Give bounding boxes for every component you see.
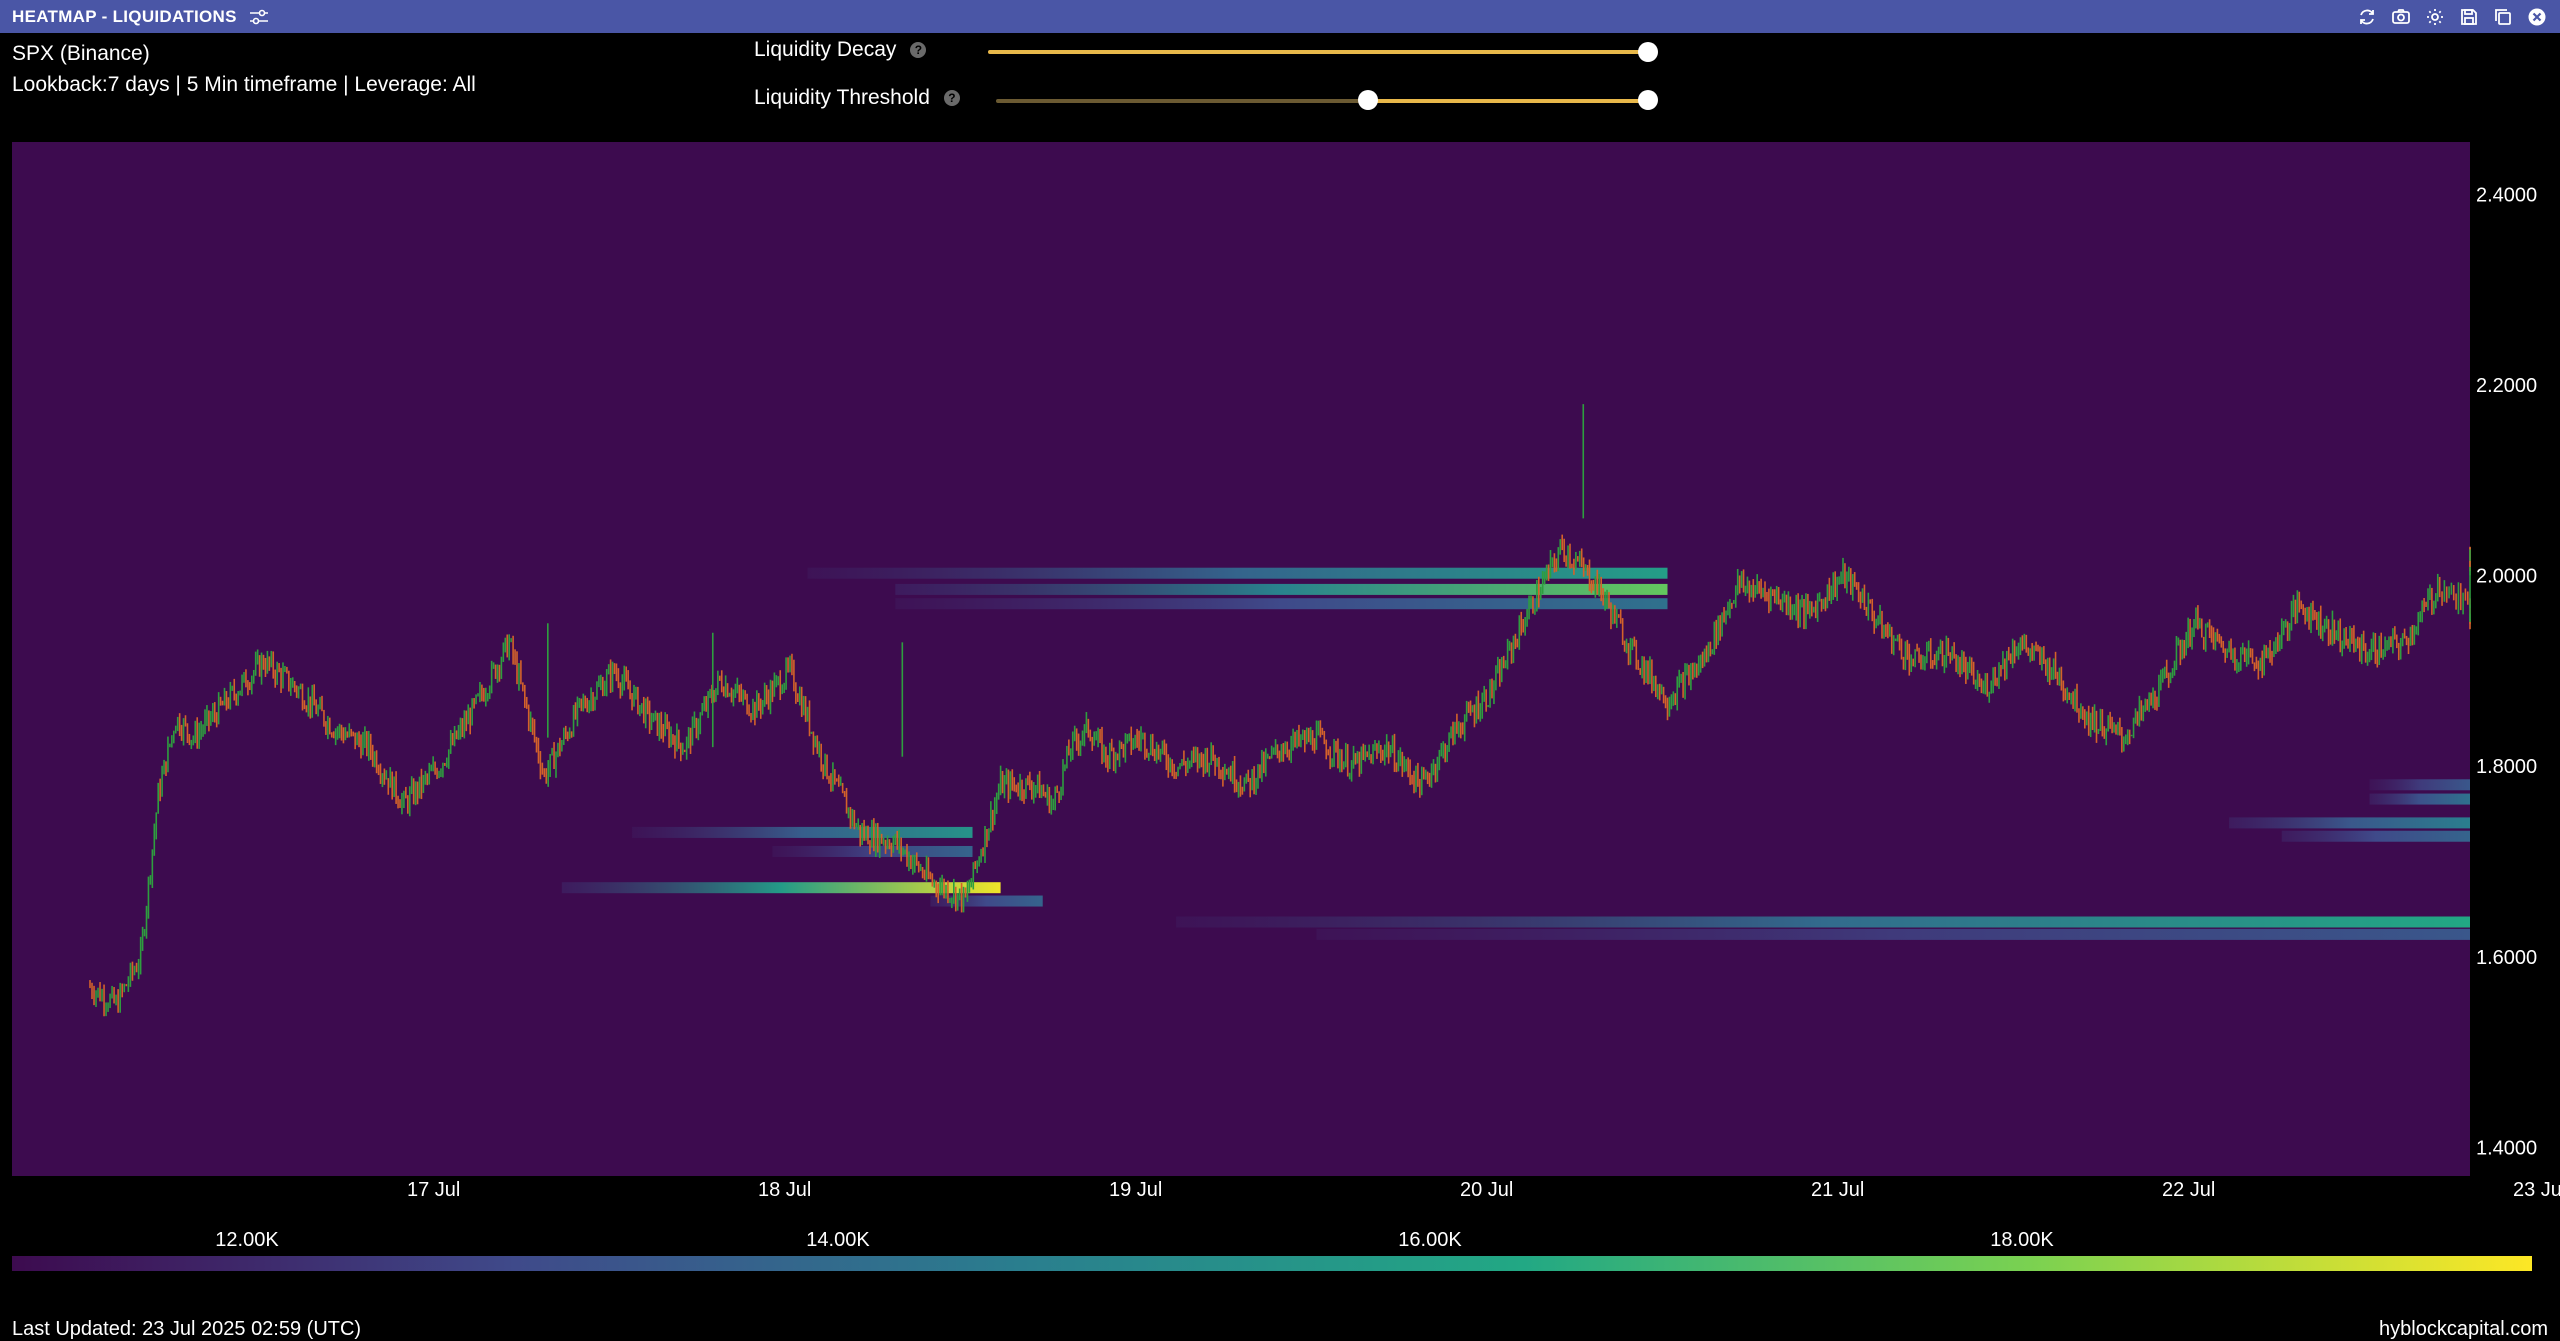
liquidity-band bbox=[2229, 817, 2470, 829]
x-tick-label: 21 Jul bbox=[1811, 1179, 1864, 1201]
liquidity-band bbox=[2369, 793, 2470, 805]
heatmap-plot-area[interactable] bbox=[12, 142, 2470, 1176]
liquidity-band bbox=[1316, 928, 2470, 940]
colorbar-label: 18.00K bbox=[1990, 1229, 2054, 1251]
liquidity-band bbox=[632, 826, 973, 838]
last-updated-text: Last Updated: 23 Jul 2025 02:59 (UTC) bbox=[12, 1318, 362, 1340]
brand-link[interactable]: hyblockcapital.com bbox=[2379, 1318, 2548, 1341]
colorbar-label: 16.00K bbox=[1398, 1229, 1462, 1251]
y-tick-label: 1.8000 bbox=[2476, 756, 2537, 778]
y-tick-label: 1.6000 bbox=[2476, 947, 2537, 969]
x-tick-label: 20 Jul bbox=[1460, 1179, 1513, 1201]
liquidity-band bbox=[895, 598, 1668, 610]
liquidity-band bbox=[772, 845, 973, 857]
colorbar-label: 14.00K bbox=[806, 1229, 870, 1251]
colorbar-label: 12.00K bbox=[215, 1229, 279, 1251]
colorbar bbox=[12, 1256, 2532, 1271]
liquidity-band bbox=[2369, 779, 2470, 791]
liquidity-band bbox=[895, 583, 1668, 595]
liquidation-heatmap-chart[interactable]: 2.4000 2.2000 2.0000 1.8000 1.6000 1.4000 17 … bbox=[0, 0, 2560, 1341]
y-tick-label: 1.4000 bbox=[2476, 1137, 2537, 1159]
y-tick-label: 2.4000 bbox=[2476, 184, 2537, 206]
x-tick-label: 18 Jul bbox=[758, 1179, 811, 1201]
y-tick-label: 2.2000 bbox=[2476, 375, 2537, 397]
x-tick-label: 22 Jul bbox=[2162, 1179, 2215, 1201]
x-tick-label: 19 Jul bbox=[1109, 1179, 1162, 1201]
x-tick-label: 17 Jul bbox=[407, 1179, 460, 1201]
x-tick-label: 23 Jul bbox=[2513, 1179, 2560, 1201]
liquidity-band bbox=[1176, 916, 2470, 928]
y-tick-label: 2.0000 bbox=[2476, 566, 2537, 588]
liquidity-band bbox=[2281, 830, 2470, 842]
